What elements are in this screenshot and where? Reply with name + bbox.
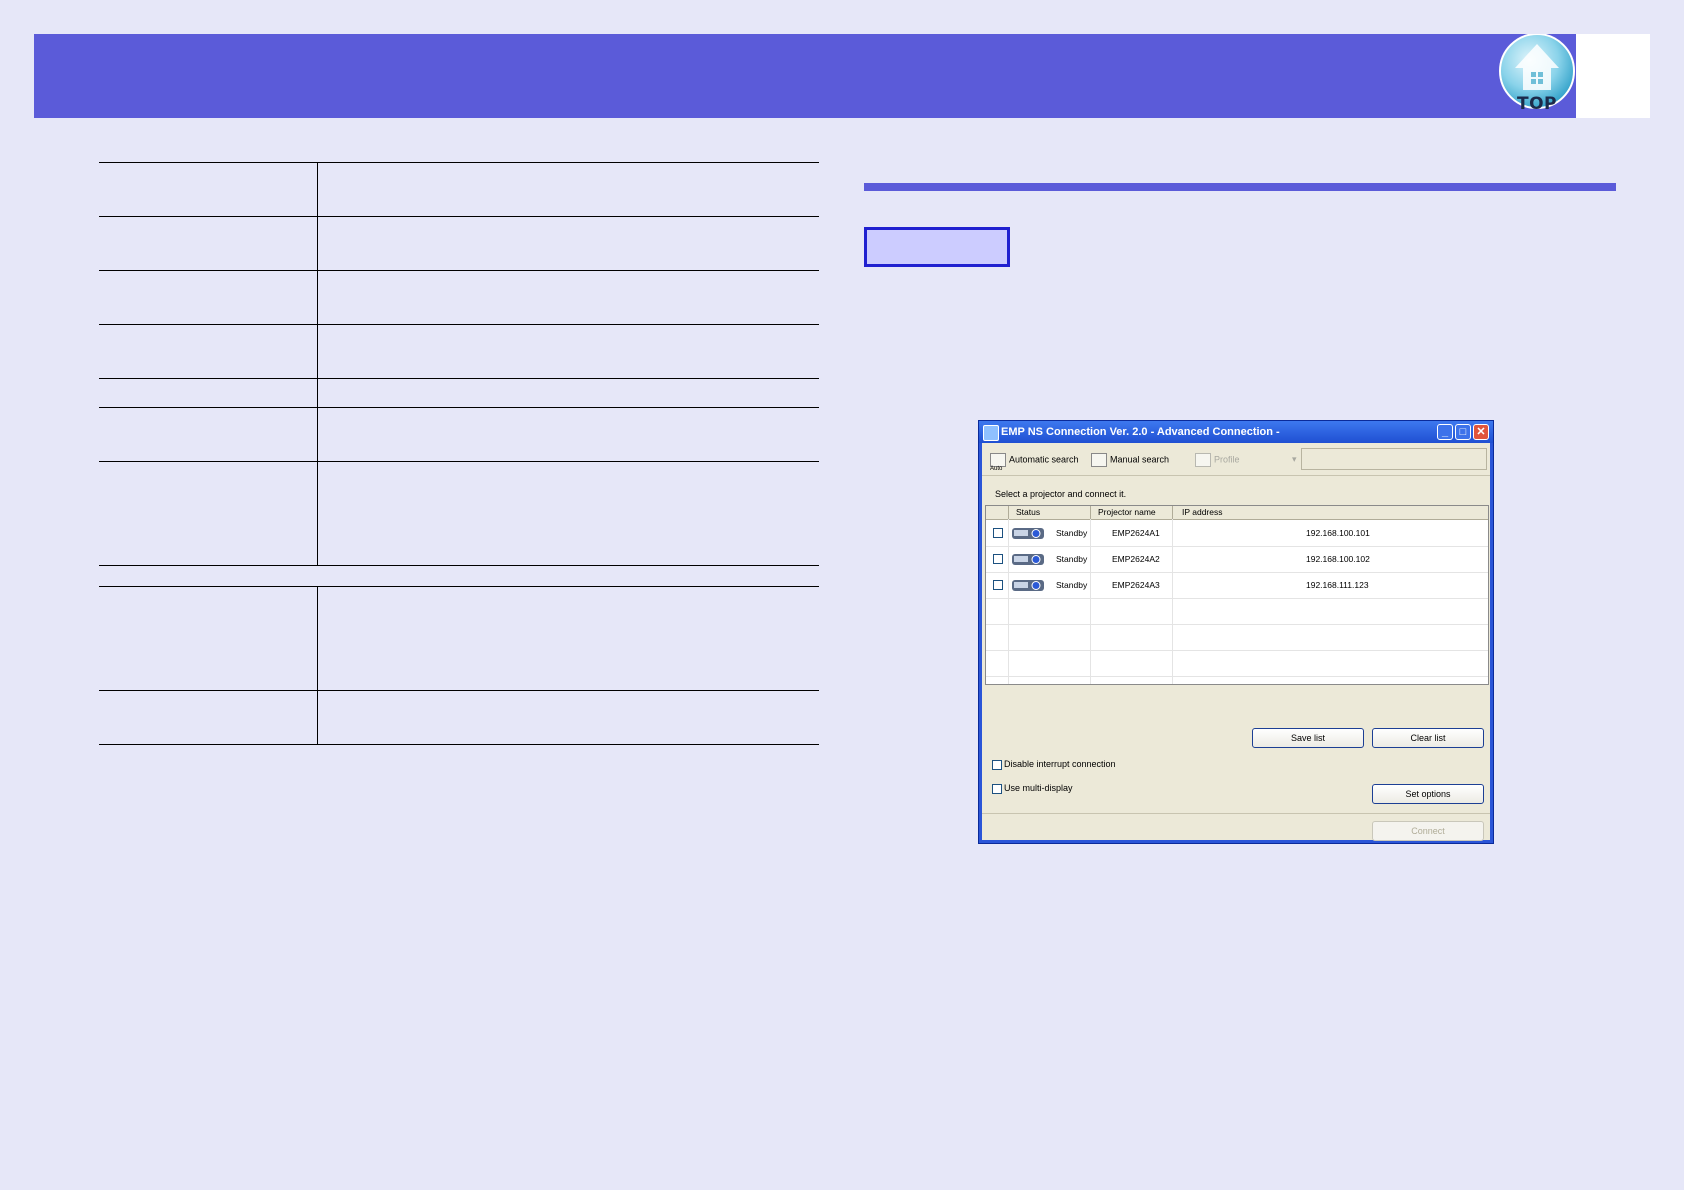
profile-button[interactable]: Profile ▾ — [1195, 453, 1297, 467]
procedure-tag — [864, 227, 1010, 267]
empty-row — [986, 598, 1488, 625]
empty-row — [986, 650, 1488, 677]
dialog-body: Automatic search Auto Manual search Prof… — [982, 443, 1490, 841]
save-list-button[interactable]: Save list — [1252, 728, 1364, 748]
connection-dialog: EMP NS Connection Ver. 2.0 - Advanced Co… — [978, 420, 1494, 844]
multi-display-option[interactable]: Use multi-display — [992, 783, 1073, 794]
table-row — [99, 461, 819, 566]
table-row — [99, 270, 819, 325]
projector-icon — [1012, 554, 1044, 565]
ip-address-cell: 192.168.100.102 — [1306, 554, 1370, 564]
table-row — [99, 378, 819, 408]
set-options-button[interactable]: Set options — [1372, 784, 1484, 804]
profile-combo[interactable] — [1301, 448, 1487, 470]
column-status[interactable]: Status — [1016, 507, 1040, 517]
column-ip-address[interactable]: IP address — [1182, 507, 1222, 517]
top-button-label: TOP — [1516, 94, 1557, 114]
dialog-title-bar: EMP NS Connection Ver. 2.0 - Advanced Co… — [979, 421, 1493, 443]
auto-search-icon — [990, 453, 1006, 467]
automatic-search-button[interactable]: Automatic search Auto — [990, 453, 1079, 472]
row-checkbox[interactable] — [993, 580, 1003, 590]
page-number-tab — [1576, 34, 1650, 118]
profile-icon — [1195, 453, 1211, 467]
manual-search-label: Manual search — [1110, 454, 1170, 465]
spec-table-secondary — [99, 586, 819, 745]
table-row[interactable]: Standby EMP2624A3 192.168.111.123 — [986, 572, 1488, 599]
connect-button[interactable]: Connect — [1372, 821, 1484, 841]
divider — [982, 813, 1490, 814]
spec-table-main — [99, 162, 819, 566]
table-row — [99, 690, 819, 745]
table-row — [99, 162, 819, 217]
status-cell: Standby — [1056, 554, 1088, 564]
clear-list-button[interactable]: Clear list — [1372, 728, 1484, 748]
toolbar: Automatic search Auto Manual search Prof… — [982, 443, 1490, 476]
status-cell: Standby — [1056, 580, 1088, 590]
section-divider — [864, 183, 1616, 191]
projector-list[interactable]: Status Projector name IP address Standby… — [985, 505, 1489, 685]
table-row — [99, 586, 819, 691]
close-button[interactable]: ✕ — [1473, 424, 1489, 440]
minimize-button[interactable]: _ — [1437, 424, 1453, 440]
status-cell: Standby — [1056, 528, 1088, 538]
app-icon — [983, 425, 999, 441]
projector-name-cell: EMP2624A3 — [1112, 580, 1160, 590]
projector-name-cell: EMP2624A2 — [1112, 554, 1160, 564]
automatic-search-label: Automatic search — [1009, 454, 1079, 465]
profile-label: Profile — [1214, 454, 1240, 465]
table-row — [99, 324, 819, 379]
projector-icon — [1012, 528, 1044, 539]
maximize-button[interactable]: □ — [1455, 424, 1471, 440]
top-button[interactable]: TOP — [1497, 34, 1577, 118]
list-header: Status Projector name IP address — [986, 506, 1488, 520]
disable-interrupt-checkbox[interactable] — [992, 759, 1002, 770]
header-band — [34, 34, 1576, 118]
manual-search-button[interactable]: Manual search — [1091, 453, 1169, 467]
disable-interrupt-option[interactable]: Disable interrupt connection — [992, 759, 1116, 770]
ip-address-cell: 192.168.100.101 — [1306, 528, 1370, 538]
table-row — [99, 216, 819, 271]
row-checkbox[interactable] — [993, 528, 1003, 538]
projector-icon — [1012, 580, 1044, 591]
chevron-down-icon: ▾ — [1292, 454, 1297, 465]
table-row[interactable]: Standby EMP2624A1 192.168.100.101 — [986, 520, 1488, 547]
instruction-text: Select a projector and connect it. — [995, 489, 1127, 499]
column-projector-name[interactable]: Projector name — [1098, 507, 1156, 517]
manual-search-icon — [1091, 453, 1107, 467]
multi-display-checkbox[interactable] — [992, 783, 1002, 794]
empty-row — [986, 624, 1488, 651]
table-row — [99, 407, 819, 462]
dialog-title: EMP NS Connection Ver. 2.0 - Advanced Co… — [1001, 426, 1280, 438]
multi-display-label: Use multi-display — [1004, 783, 1073, 793]
auto-icon-caption: Auto — [990, 466, 1003, 472]
projector-name-cell: EMP2624A1 — [1112, 528, 1160, 538]
table-row[interactable]: Standby EMP2624A2 192.168.100.102 — [986, 546, 1488, 573]
disable-interrupt-label: Disable interrupt connection — [1004, 759, 1116, 769]
ip-address-cell: 192.168.111.123 — [1306, 580, 1369, 590]
row-checkbox[interactable] — [993, 554, 1003, 564]
